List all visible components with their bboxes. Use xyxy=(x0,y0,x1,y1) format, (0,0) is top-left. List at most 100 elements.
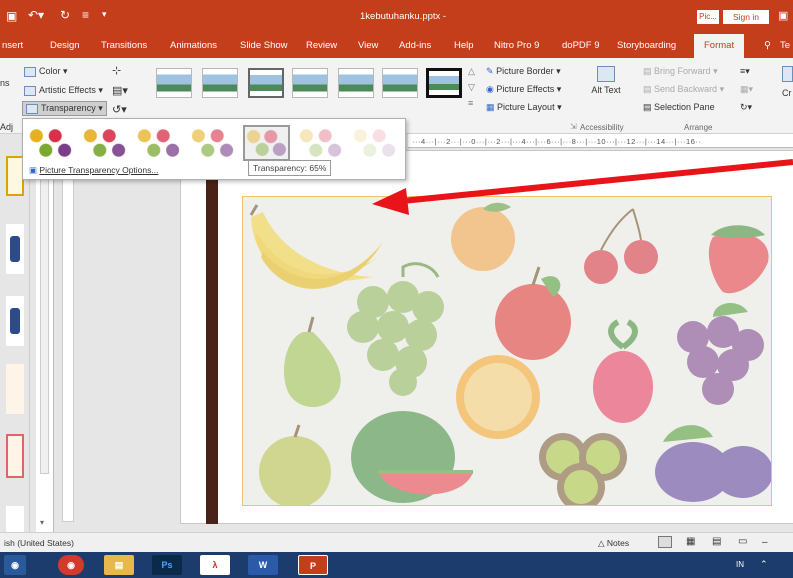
plum-grapes-graphic xyxy=(677,302,764,405)
picture-layout-button[interactable]: ▦ Picture Layout ▾ xyxy=(486,102,562,113)
send-backward-button[interactable]: ▤ Send Backward ▾ xyxy=(643,84,724,95)
reading-view-icon[interactable]: ▤ xyxy=(712,536,721,547)
change-picture-icon[interactable]: ▤▾ xyxy=(112,84,128,97)
transparency-65-percent[interactable] xyxy=(243,125,290,161)
tab-help[interactable]: Help xyxy=(454,40,474,51)
save-icon[interactable]: ▣ xyxy=(6,9,17,23)
send-backward-label: Send Backward xyxy=(654,84,718,94)
status-bar: ish (United States) △ Notes ▦ ▤ ▭ – xyxy=(0,532,793,552)
zoom-out-icon[interactable]: – xyxy=(762,537,768,548)
acrobat-icon[interactable]: λ xyxy=(200,555,230,575)
slide-show-icon[interactable]: ▭ xyxy=(738,536,747,547)
undo-icon[interactable]: ↶▾ xyxy=(28,8,44,22)
picture-transparency-options[interactable]: ▣ Picture Transparency Options... xyxy=(29,165,158,176)
tab-add-ins[interactable]: Add-ins xyxy=(399,40,431,51)
slide-thumbnail-selected[interactable] xyxy=(6,434,24,478)
grapes-graphic xyxy=(347,262,444,396)
strawberry-graphic xyxy=(708,225,769,294)
word-icon[interactable]: W xyxy=(248,555,278,575)
arrange-group-label: Arrange xyxy=(684,123,713,132)
styles-more-icon[interactable]: ≡ xyxy=(468,98,473,108)
slide-sorter-icon[interactable]: ▦ xyxy=(686,536,695,547)
tell-me-icon[interactable]: ⚲ xyxy=(764,40,771,51)
customize-toolbar-icon[interactable]: ▾ xyxy=(102,9,107,20)
transparency-0-percent[interactable] xyxy=(27,125,74,161)
tab-design[interactable]: Design xyxy=(50,40,80,51)
tab-storyboarding[interactable]: Storyboarding xyxy=(617,40,676,51)
picture-styles-launcher-icon[interactable]: ⇲ xyxy=(570,122,577,131)
tab-insert[interactable]: nsert xyxy=(2,40,23,51)
transparency-button[interactable]: Transparency ▾ xyxy=(22,101,107,116)
styles-scroll-down-icon[interactable]: ▽ xyxy=(468,82,475,93)
document-title: 1kebutuhanku.pptx - xyxy=(360,11,447,22)
slide-thumbnail[interactable] xyxy=(6,364,24,414)
slide-thumbnail[interactable] xyxy=(6,506,24,532)
notes-button[interactable]: △ Notes xyxy=(598,538,629,549)
picture-style-2[interactable] xyxy=(202,68,238,98)
tab-tell-me[interactable]: Te xyxy=(780,40,790,51)
alt-text-button[interactable]: Alt Text xyxy=(586,66,626,96)
picture-border-label: Picture Border xyxy=(496,66,554,76)
ribbon-left-fragment: ns xyxy=(0,78,10,88)
slide-thumbnail-pane[interactable] xyxy=(0,134,30,532)
tab-transitions[interactable]: Transitions xyxy=(101,40,147,51)
accessibility-group-label: Accessibility xyxy=(580,123,624,132)
tab-view[interactable]: View xyxy=(358,40,378,51)
align-icon[interactable]: ≡▾ xyxy=(740,66,750,77)
transparency-50-percent[interactable] xyxy=(189,125,236,161)
transparency-15-percent[interactable] xyxy=(81,125,128,161)
powerpoint-icon[interactable]: P xyxy=(298,555,328,575)
slide-thumbnail[interactable] xyxy=(6,224,24,274)
start-icon[interactable]: ◉ xyxy=(4,555,26,575)
styles-scroll-up-icon[interactable]: △ xyxy=(468,66,475,77)
scroll-down-icon[interactable]: ▾ xyxy=(40,518,44,527)
normal-view-icon[interactable] xyxy=(658,536,672,548)
rotate-icon[interactable]: ↻▾ xyxy=(740,102,752,113)
picture-style-4[interactable] xyxy=(292,68,328,98)
picture-style-3[interactable] xyxy=(248,68,284,98)
tab-review[interactable]: Review xyxy=(306,40,337,51)
file-explorer-icon[interactable]: ▤ xyxy=(104,555,134,575)
fruit-picture[interactable] xyxy=(242,196,772,506)
picture-style-7[interactable] xyxy=(426,68,462,98)
tray-chevron-icon[interactable]: ⌃ xyxy=(760,559,768,570)
group-icon[interactable]: ▦▾ xyxy=(740,84,753,95)
tab-dopdf[interactable]: doPDF 9 xyxy=(562,40,600,51)
photoshop-icon[interactable]: Ps xyxy=(152,555,182,575)
bring-forward-button[interactable]: ▤ Bring Forward ▾ xyxy=(643,66,718,77)
picture-effects-button[interactable]: ◉ Picture Effects ▾ xyxy=(486,84,561,95)
artistic-effects-icon xyxy=(24,85,36,96)
watermelon-graphic xyxy=(351,411,473,503)
quick-access-icon[interactable]: ≡ xyxy=(82,8,89,22)
selection-pane-label: Selection Pane xyxy=(654,102,715,112)
crop-icon[interactable] xyxy=(782,66,793,82)
kiwi-graphic xyxy=(539,433,627,505)
reset-picture-icon[interactable]: ↺▾ xyxy=(112,103,127,116)
picture-style-6[interactable] xyxy=(382,68,418,98)
tab-format[interactable]: Format xyxy=(694,34,745,58)
picture-style-1[interactable] xyxy=(156,68,192,98)
transparency-30-percent[interactable] xyxy=(135,125,182,161)
scrollbar-thumb[interactable] xyxy=(40,144,49,474)
picture-border-button[interactable]: ✎ Picture Border ▾ xyxy=(486,66,561,77)
tab-nitro-pro[interactable]: Nitro Pro 9 xyxy=(494,40,539,51)
compress-pictures-icon[interactable]: ⊹ xyxy=(112,64,121,77)
sign-in-button[interactable]: Sign in xyxy=(723,10,769,24)
horizontal-ruler: ···4···|···2···|···0···|···2···|···4···|… xyxy=(408,134,793,148)
color-button[interactable]: Color ▾ xyxy=(24,66,68,77)
thumbnail-scrollbar[interactable]: ▾ xyxy=(36,134,54,532)
picture-style-5[interactable] xyxy=(338,68,374,98)
redo-icon[interactable]: ↻ xyxy=(60,8,70,22)
language-indicator[interactable]: ish (United States) xyxy=(4,538,74,548)
selection-pane-button[interactable]: ▤ Selection Pane xyxy=(643,102,715,113)
transparency-95-percent[interactable] xyxy=(351,125,398,161)
ribbon-options-icon[interactable]: ▣ xyxy=(778,9,788,22)
tab-slide-show[interactable]: Slide Show xyxy=(240,40,288,51)
transparency-80-percent[interactable] xyxy=(297,125,344,161)
input-language[interactable]: IN xyxy=(736,560,744,569)
artistic-effects-button[interactable]: Artistic Effects ▾ xyxy=(24,85,103,96)
tab-animations[interactable]: Animations xyxy=(170,40,217,51)
slide-thumbnail[interactable] xyxy=(6,296,24,346)
chrome-icon[interactable]: ◉ xyxy=(58,555,84,575)
transparency-tooltip: Transparency: 65% xyxy=(248,160,332,176)
